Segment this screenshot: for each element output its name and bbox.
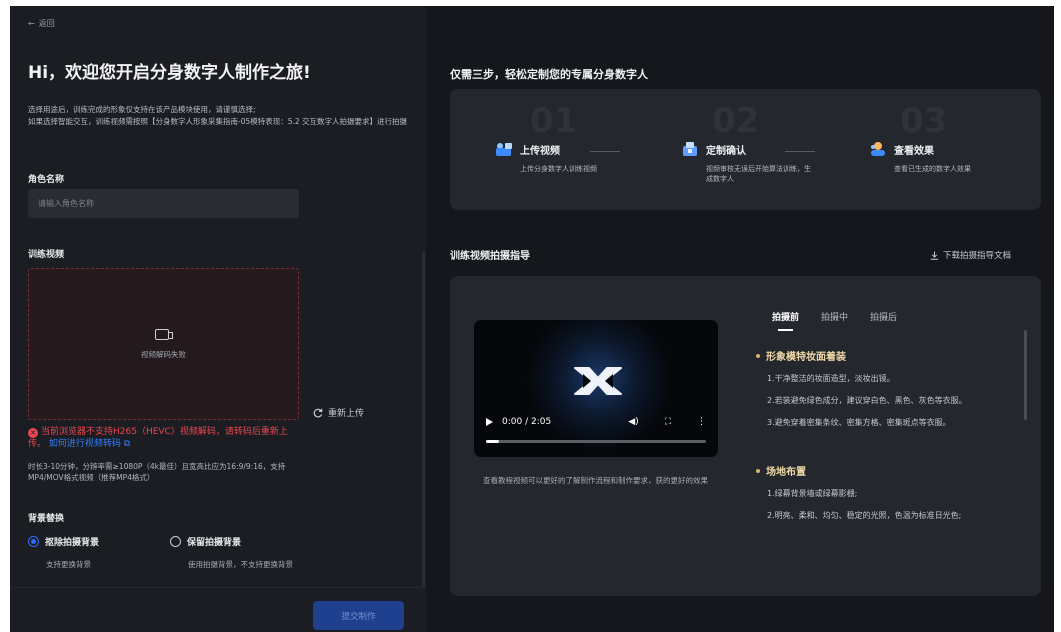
list-item: 1.干净整洁的妆面造型，淡妆出镜。 (767, 374, 895, 383)
external-link-icon: ⧉ (120, 439, 131, 449)
video-icon (155, 329, 173, 340)
step-upload-video: 上传视频 上传分身数字人训练视频 (494, 141, 644, 174)
step-connector (590, 151, 620, 152)
guide-title: 训练视频拍摄指导 (450, 251, 530, 262)
left-panel: ← 返回 Hi，欢迎您开启分身数字人制作之旅! 选择用途后，训练完成的形象仅支持… (10, 6, 426, 632)
step-1-desc: 上传分身数字人训练视频 (520, 165, 597, 173)
tab-after-shoot[interactable]: 拍摄后 (870, 310, 897, 331)
reupload-label: 重新上传 (328, 409, 365, 419)
section-2-title: 场地布置 (766, 467, 806, 478)
bullet-icon (756, 353, 760, 358)
step-1-number: 01 (530, 101, 578, 141)
usage-description-line-1: 选择用途后，训练完成的形象仅支持在该产品模块使用，请谨慎选择; (28, 105, 256, 114)
tutorial-video-player[interactable]: 0:00 / 2:05 ◀) ⛶ ⋮ (474, 320, 718, 457)
error-icon: ✕ (28, 428, 38, 438)
training-video-label: 训练视频 (28, 250, 65, 260)
guide-tabs: 拍摄前 拍摄中 拍摄后 (772, 310, 897, 331)
role-name-label: 角色名称 (28, 175, 65, 185)
radio-checked-icon (28, 536, 39, 547)
customize-confirm-icon (683, 142, 697, 156)
back-link[interactable]: ← 返回 (28, 18, 55, 29)
tab-during-shoot[interactable]: 拍摄中 (821, 310, 848, 331)
video-time: 0:00 / 2:05 (502, 417, 552, 427)
tips-scrollbar[interactable] (1024, 330, 1027, 420)
step-1-title: 上传视频 (520, 145, 560, 157)
arrow-left-icon: ← (28, 19, 35, 28)
tab-before-shoot[interactable]: 拍摄前 (772, 310, 799, 331)
volume-icon[interactable]: ◀) (628, 417, 638, 427)
guide-tips: 形象模特妆面着装 1.干净整洁的妆面造型，淡妆出镜。 2.若装避免绿色成分，建议… (756, 348, 1014, 578)
app-window: ← 返回 Hi，欢迎您开启分身数字人制作之旅! 选择用途后，训练完成的形象仅支持… (10, 6, 1054, 632)
step-customize-confirm: 定制确认 视频审核无误后开始算法训练，生成数字人 (680, 141, 830, 184)
list-item: 3.避免穿着密集条纹、密集方格、密集斑点等衣服。 (767, 418, 951, 427)
bullet-icon (756, 468, 760, 473)
submit-button[interactable]: 提交制作 (313, 601, 404, 630)
keep-background-option[interactable]: 保留拍摄背景 (170, 535, 241, 548)
step-2-title: 定制确认 (706, 145, 746, 157)
back-label: 返回 (38, 19, 55, 28)
more-options-icon[interactable]: ⋮ (697, 417, 706, 427)
download-guide-link[interactable]: 下载拍摄指导文档 (930, 249, 1011, 261)
page-title: Hi，欢迎您开启分身数字人制作之旅! (28, 63, 311, 83)
steps-title: 仅需三步，轻松定制您的专属分身数字人 (450, 68, 648, 81)
role-name-input[interactable] (28, 189, 299, 218)
steps-card: 01 02 03 上传视频 上传分身数字人训练视频 定制确认 视频审核无误后开始… (450, 89, 1041, 210)
keep-background-label: 保留拍摄背景 (187, 538, 242, 548)
step-connector (785, 151, 815, 152)
video-progress-bar[interactable] (486, 440, 706, 443)
video-requirements-hint: 时长3-10分钟，分辨率需≥1080P（4k最佳）且宽高比应为16:9/9:16… (28, 462, 286, 482)
list-item: 1.绿幕背景墙或绿幕影棚; (767, 489, 858, 498)
step-3-title: 查看效果 (894, 145, 934, 157)
view-result-icon (871, 142, 885, 156)
step-2-number: 02 (712, 101, 760, 141)
remove-background-option[interactable]: 抠除拍摄背景 (28, 535, 99, 548)
step-view-result: 查看效果 查看已生成的数字人效果 (868, 141, 1018, 174)
section-title: 场地布置 (756, 463, 1014, 478)
left-scrollbar[interactable] (422, 251, 425, 587)
remove-background-sub: 支持更换背景 (46, 560, 91, 569)
error-message: ✕ 当前浏览器不支持H265（HEVC）视频解码，请转码后重新上传。 如何进行视频… (28, 426, 300, 450)
step-2-desc: 视频审核无误后开始算法训练，生成数字人 (706, 165, 811, 183)
radio-unchecked-icon (170, 536, 181, 547)
play-icon[interactable] (486, 418, 493, 426)
guide-card: 0:00 / 2:05 ◀) ⛶ ⋮ 查看教程视频可以更好的了解制作流程和制作要… (450, 276, 1041, 596)
download-icon (930, 251, 939, 260)
download-guide-label: 下载拍摄指导文档 (943, 251, 1012, 261)
background-replace-label: 背景替换 (28, 514, 65, 524)
upload-fail-text: 视频解码失败 (141, 350, 186, 359)
step-3-desc: 查看已生成的数字人效果 (894, 165, 971, 173)
video-progress-fill (486, 440, 500, 443)
section-1-title: 形象模特妆面着装 (766, 352, 846, 363)
reupload-button[interactable]: 重新上传 (313, 406, 364, 419)
transcode-help-link[interactable]: 如何进行视频转码 ⧉ (49, 439, 130, 449)
refresh-icon (313, 408, 323, 418)
section-title: 形象模特妆面着装 (756, 348, 1014, 363)
video-upload-area[interactable]: 视频解码失败 (28, 268, 299, 420)
keep-background-sub: 使用拍摄背景，不支持更换背景 (188, 560, 293, 569)
video-caption: 查看教程视频可以更好的了解制作流程和制作要求，获的更好的效果 (483, 476, 708, 485)
brand-logo-icon (574, 367, 622, 395)
usage-description: 选择用途后，训练完成的形象仅支持在该产品模块使用，请谨慎选择; 如果选择智能交互… (28, 104, 423, 128)
transcode-help-label: 如何进行视频转码 (48, 439, 121, 449)
list-item: 2.若装避免绿色成分，建议穿白色、黑色、灰色等衣服。 (767, 396, 967, 405)
upload-video-icon (496, 143, 512, 156)
usage-description-line-2: 如果选择智能交互，训练视频需按照【分身数字人形象采集指南-05模特表现：5.2 … (28, 117, 408, 126)
list-item: 2.明亮、柔和、均匀、稳定的光照，色温为标准日光色; (767, 511, 962, 520)
fullscreen-icon[interactable]: ⛶ (665, 417, 671, 427)
remove-background-label: 抠除拍摄背景 (45, 538, 100, 548)
step-3-number: 03 (900, 101, 948, 141)
video-controls: 0:00 / 2:05 ◀) ⛶ ⋮ (486, 416, 706, 428)
